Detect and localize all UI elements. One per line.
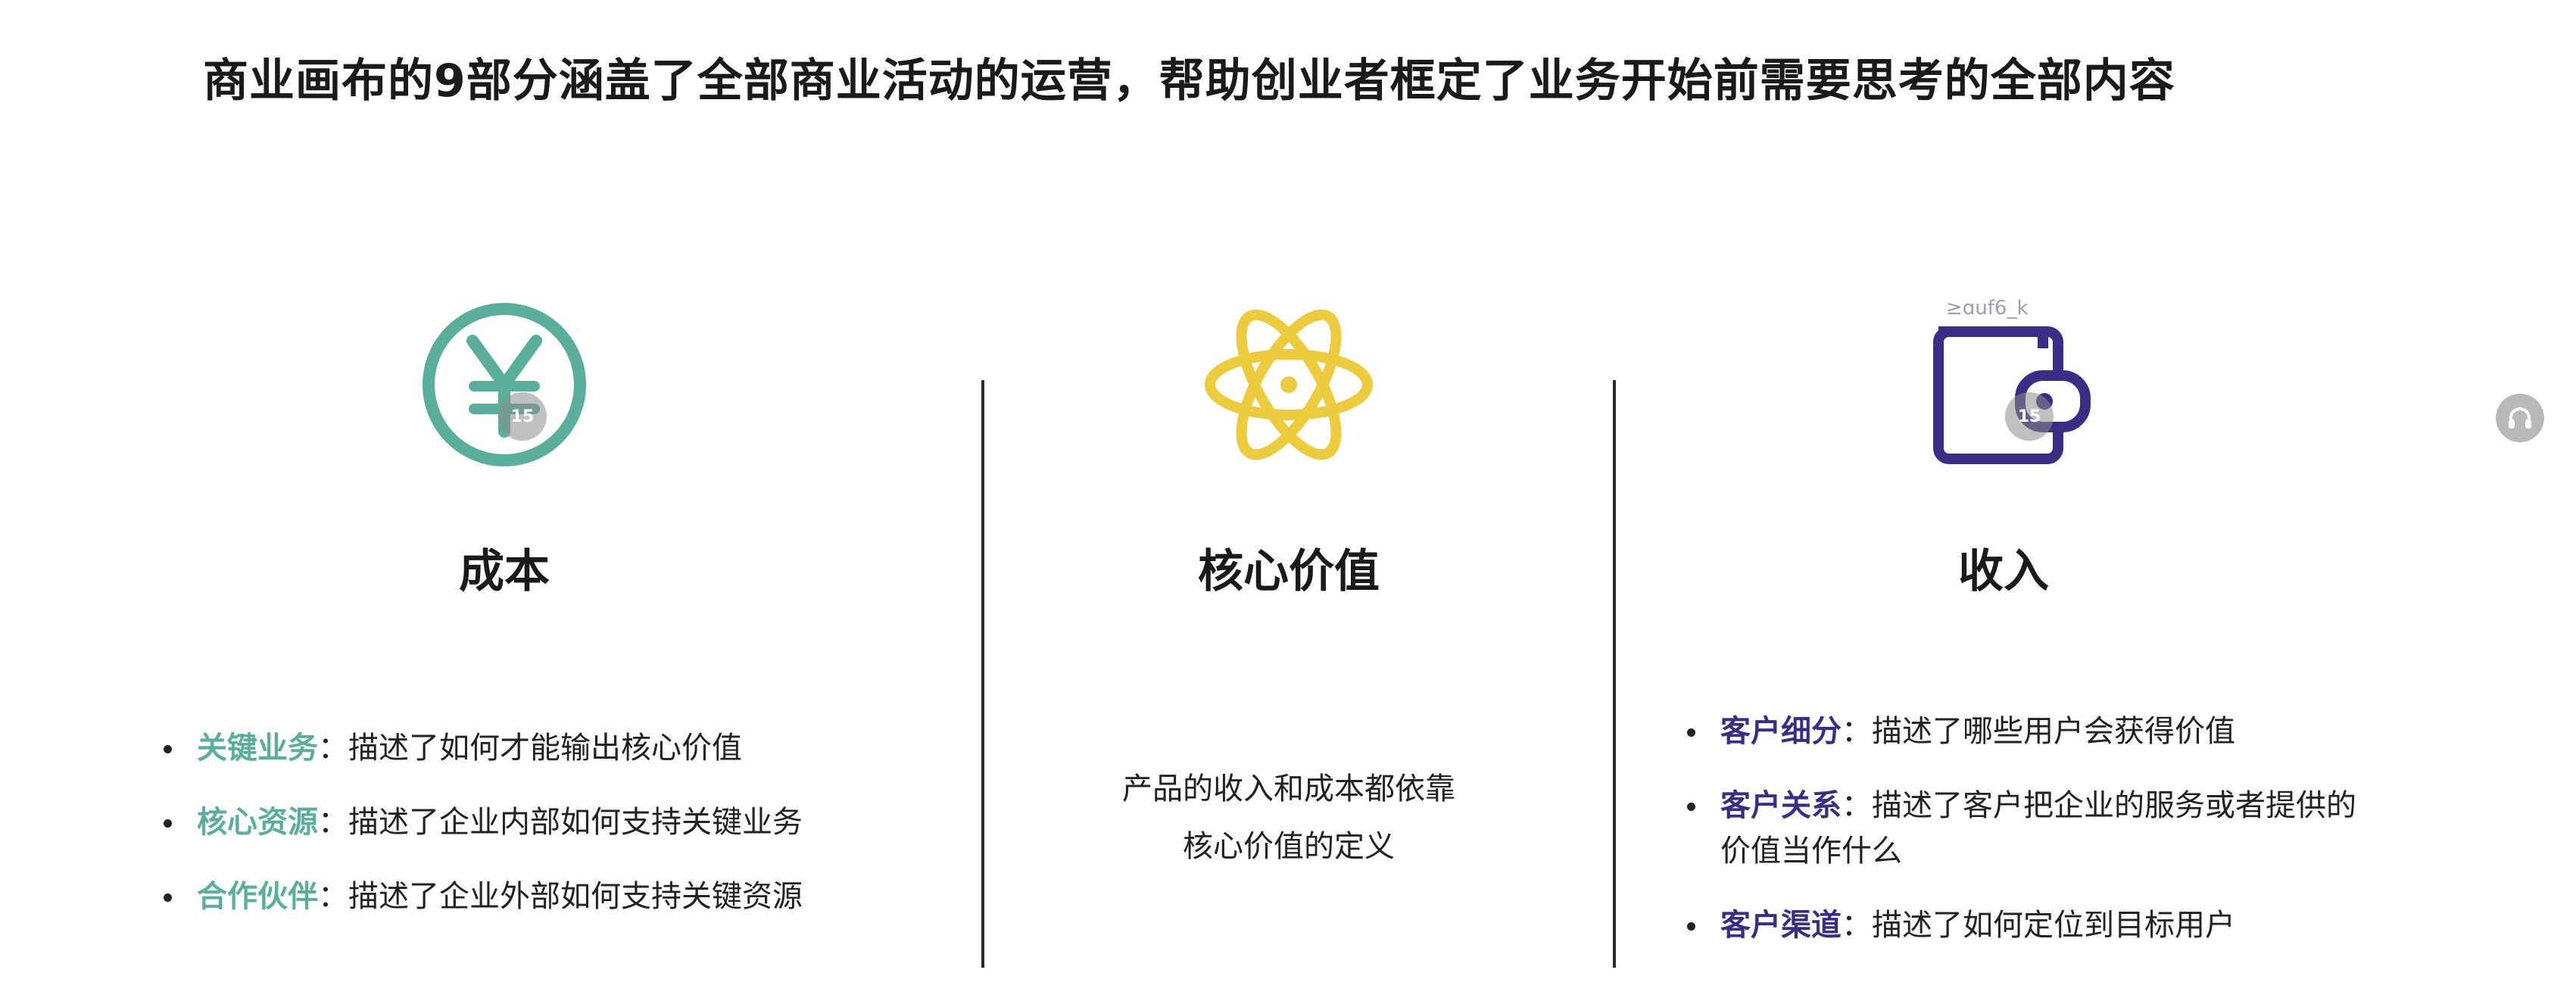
cost-list: 关键业务：描述了如何才能输出核心价值 核心资源：描述了企业内部如何支持关键业务 …: [159, 725, 803, 919]
cost-item-term: 关键业务: [197, 731, 318, 766]
value-text-line-2: 核心价值的定义: [1183, 829, 1395, 864]
revenue-list: 客户细分：描述了哪些用户会获得价值 客户关系：描述了客户把企业的服务或者提供的 …: [1683, 709, 2356, 948]
revenue-item-term: 客户渠道: [1720, 908, 1842, 943]
revenue-item-term: 客户关系: [1720, 788, 1842, 823]
revenue-title: 收入: [1958, 545, 2049, 598]
cost-item-term: 合作伙伴: [197, 879, 318, 914]
revenue-item-desc: ：描述了客户把企业的服务或者提供的: [1842, 788, 2356, 823]
value-text-line-1: 产品的收入和成本都依靠: [1122, 772, 1455, 806]
list-item: 关键业务：描述了如何才能输出核心价值: [159, 725, 803, 771]
list-item: 合作伙伴：描述了企业外部如何支持关键资源: [159, 874, 803, 919]
cost-item-desc: ：描述了企业内部如何支持关键业务: [318, 805, 803, 840]
value-title: 核心价值: [1198, 545, 1380, 598]
list-item: 客户细分：描述了哪些用户会获得价值: [1683, 709, 2356, 754]
replay-15-icon[interactable]: 15: [2005, 392, 2054, 441]
replay-15-icon[interactable]: 15: [498, 392, 547, 441]
wallet-icon: [1929, 318, 2096, 469]
cost-item-term: 核心资源: [197, 805, 318, 840]
cost-title: 成本: [459, 545, 550, 598]
list-item: 客户渠道：描述了如何定位到目标用户: [1683, 903, 2356, 948]
headline: 商业画布的9部分涵盖了全部商业活动的运营，帮助创业者框定了业务开始前需要思考的全…: [203, 55, 2175, 108]
list-item: 客户关系：描述了客户把企业的服务或者提供的 价值当作什么: [1683, 783, 2356, 874]
value-description: 产品的收入和成本都依靠 核心价值的定义: [1077, 760, 1501, 875]
column-divider-right: [1613, 380, 1616, 968]
headset-icon[interactable]: [2496, 394, 2544, 442]
cost-item-desc: ：描述了企业外部如何支持关键资源: [318, 879, 803, 914]
revenue-item-desc-cont: 价值当作什么: [1720, 834, 1902, 868]
list-item: 核心资源：描述了企业内部如何支持关键业务: [159, 800, 803, 845]
yen-icon: [421, 301, 588, 468]
revenue-item-desc: ：描述了如何定位到目标用户: [1842, 908, 2235, 943]
watermark-overlay: ≥ɑuf6_k: [1946, 297, 2029, 320]
column-divider-left: [981, 380, 984, 968]
atom-icon: [1198, 291, 1380, 479]
revenue-item-term: 客户细分: [1720, 714, 1842, 749]
cost-item-desc: ：描述了如何才能输出核心价值: [318, 731, 742, 766]
revenue-item-desc: ：描述了哪些用户会获得价值: [1842, 714, 2235, 749]
slide: 商业画布的9部分涵盖了全部商业活动的运营，帮助创业者框定了业务开始前需要思考的全…: [0, 0, 2576, 1001]
